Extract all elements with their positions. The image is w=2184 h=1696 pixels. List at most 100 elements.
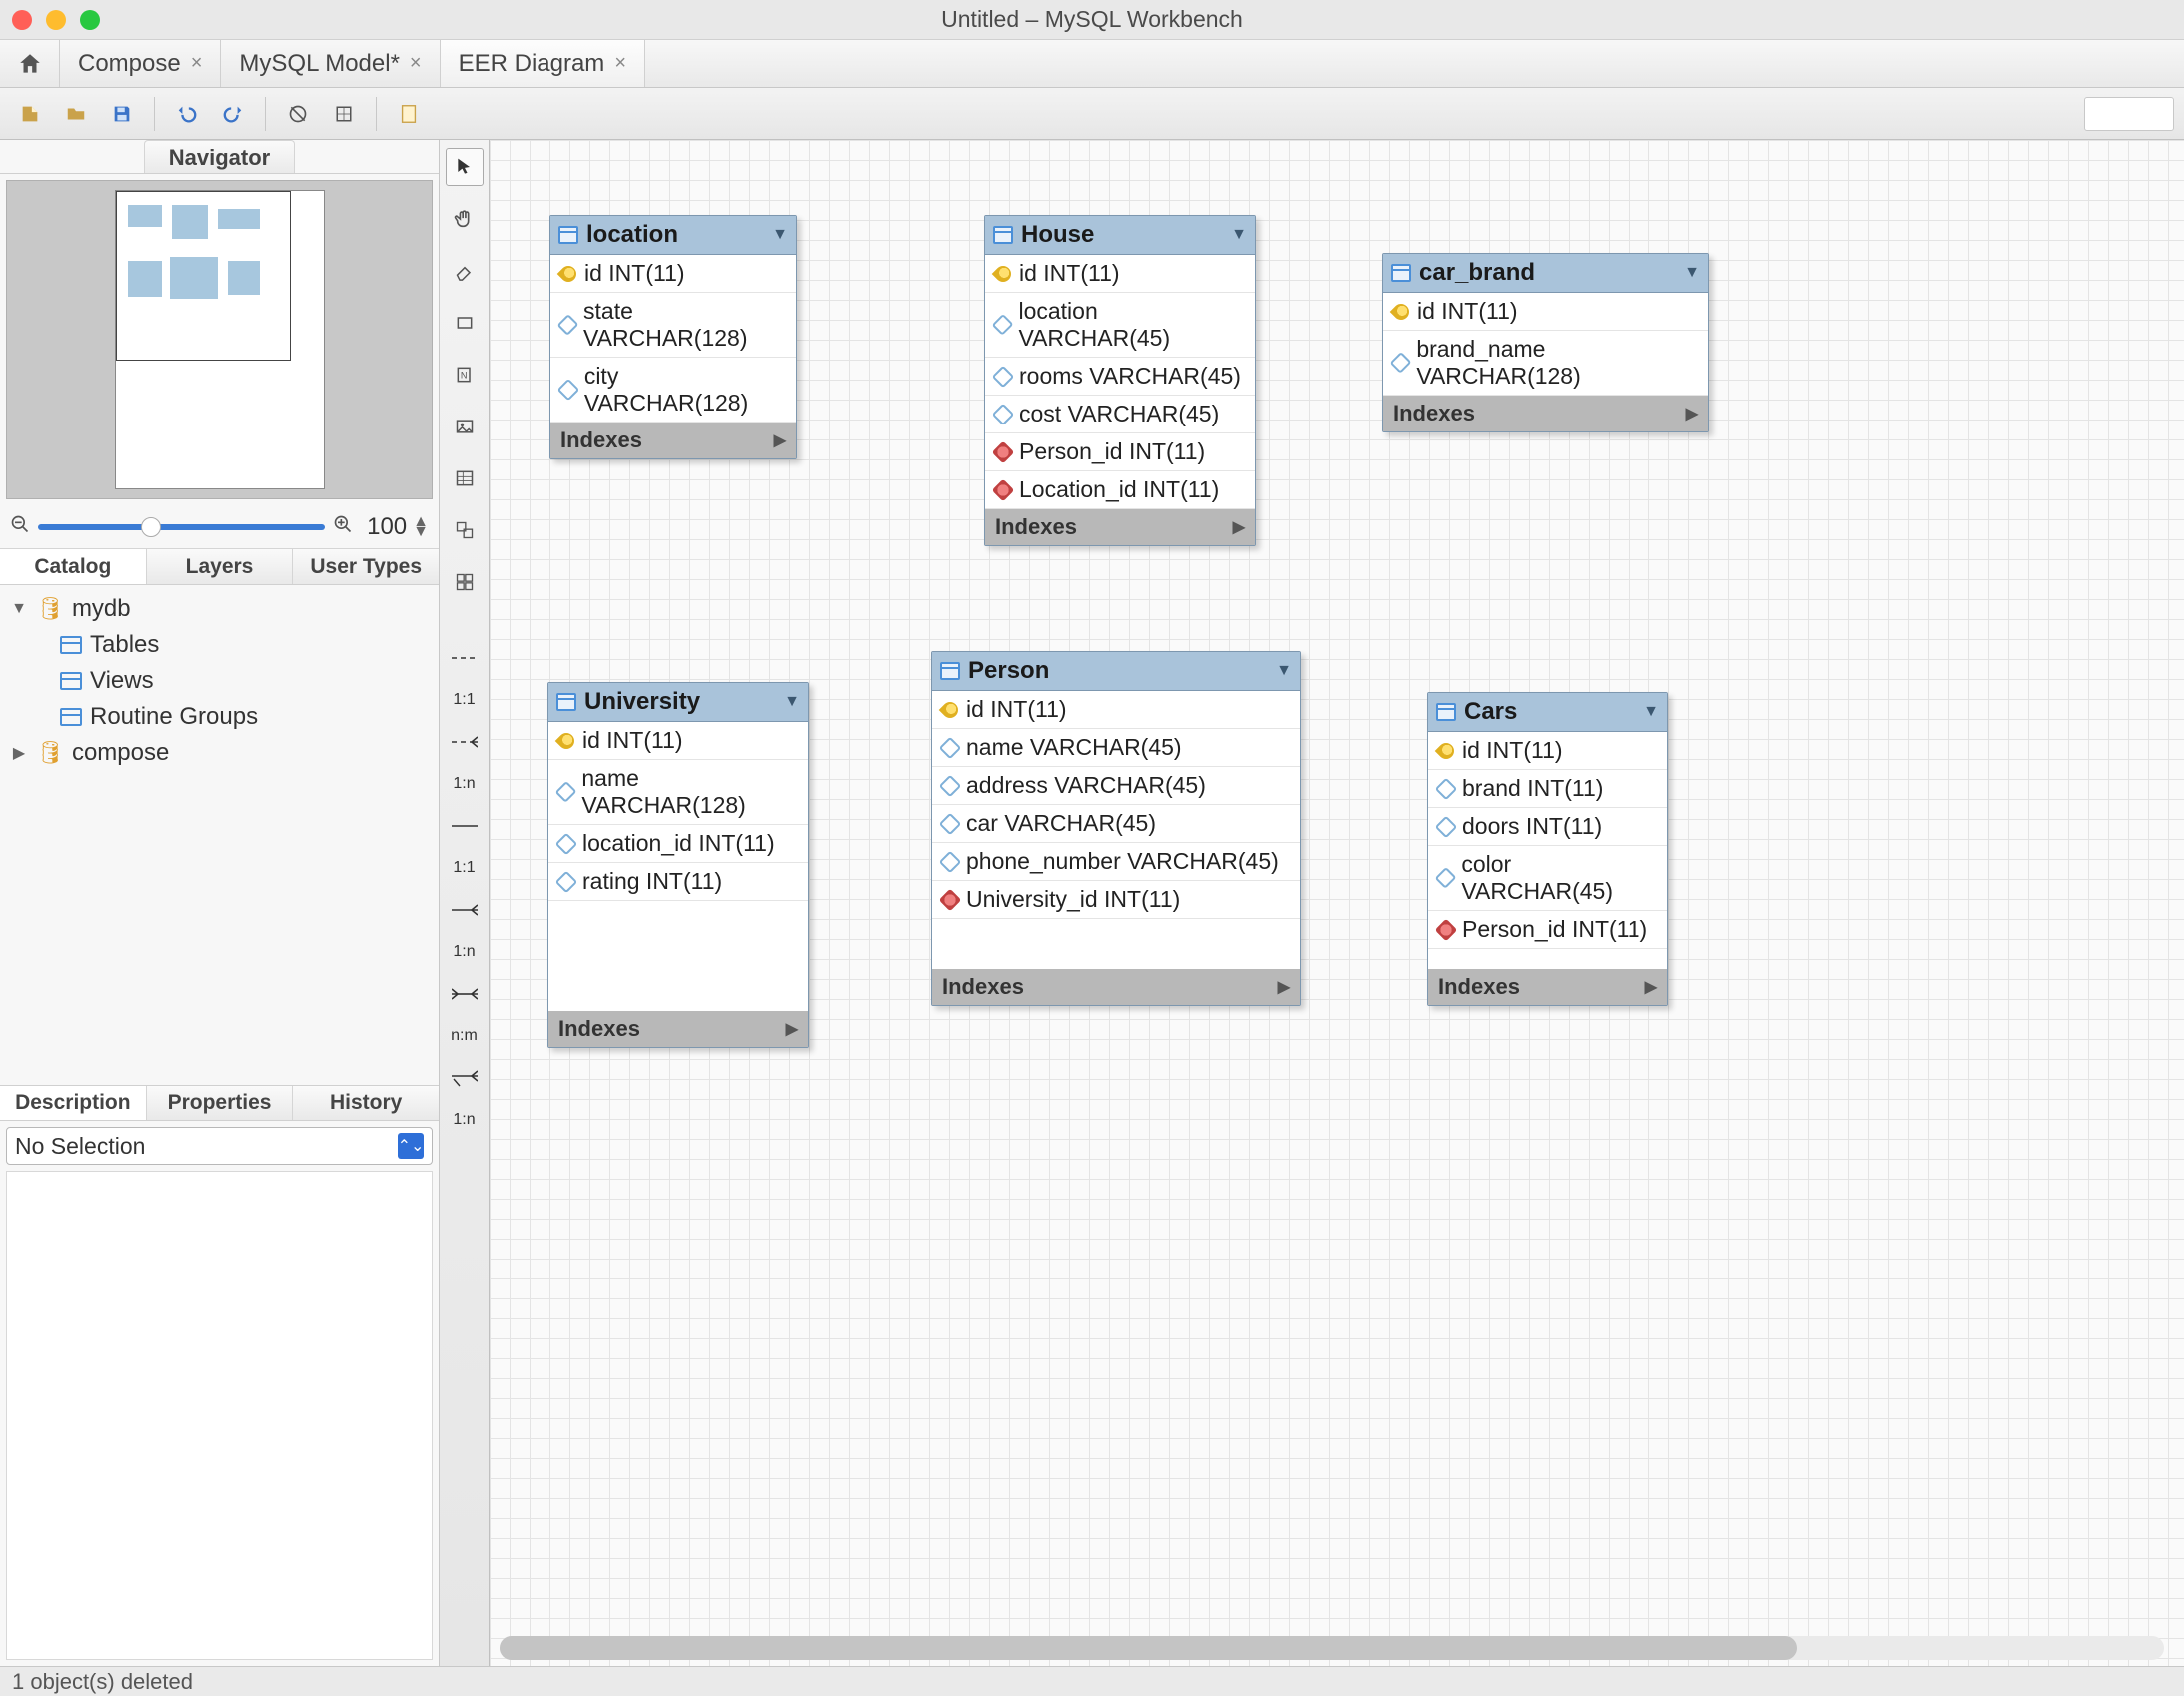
new-file-button[interactable] <box>10 94 50 134</box>
rel-1-1-nonid[interactable] <box>446 639 484 677</box>
close-window[interactable] <box>12 10 32 30</box>
rel-1-n-id[interactable] <box>446 891 484 929</box>
chevron-down-icon[interactable]: ▼ <box>1276 662 1292 680</box>
column[interactable]: location VARCHAR(45) <box>985 293 1255 358</box>
hand-tool[interactable] <box>446 200 484 238</box>
column[interactable]: rooms VARCHAR(45) <box>985 358 1255 396</box>
open-file-button[interactable] <box>56 94 96 134</box>
column[interactable]: id INT(11) <box>550 255 796 293</box>
pointer-tool[interactable] <box>446 148 484 186</box>
chevron-down-icon[interactable]: ▼ <box>1231 226 1247 244</box>
column[interactable]: id INT(11) <box>1383 293 1708 331</box>
chevron-right-icon: ▶ <box>774 430 786 450</box>
save-button[interactable] <box>102 94 142 134</box>
eraser-tool[interactable] <box>446 252 484 290</box>
column[interactable]: phone_number VARCHAR(45) <box>932 843 1300 881</box>
column-label: cost VARCHAR(45) <box>1019 401 1219 427</box>
routine-tool[interactable] <box>446 563 484 601</box>
subtab-catalog[interactable]: Catalog <box>0 549 147 584</box>
column[interactable]: id INT(11) <box>548 722 808 760</box>
note-tool[interactable]: N <box>446 356 484 394</box>
tab-compose[interactable]: Compose× <box>60 40 221 87</box>
column[interactable]: id INT(11) <box>985 255 1255 293</box>
column[interactable]: id INT(11) <box>932 691 1300 729</box>
column[interactable]: Person_id INT(11) <box>985 433 1255 471</box>
image-tool[interactable] <box>446 408 484 445</box>
tree-tables[interactable]: Tables <box>56 627 433 663</box>
schema-mydb[interactable]: ▼ 🛢 mydb <box>6 591 433 627</box>
table-car_brand[interactable]: car_brand▼id INT(11)brand_name VARCHAR(1… <box>1382 253 1709 432</box>
close-icon[interactable]: × <box>614 52 626 75</box>
column[interactable]: color VARCHAR(45) <box>1428 846 1667 911</box>
rel-1-n-nonid[interactable] <box>446 723 484 761</box>
chevron-down-icon[interactable]: ▼ <box>1643 703 1659 721</box>
column[interactable]: brand_name VARCHAR(128) <box>1383 331 1708 396</box>
column[interactable]: cost VARCHAR(45) <box>985 396 1255 433</box>
indexes-section[interactable]: Indexes▶ <box>985 509 1255 545</box>
zoom-window[interactable] <box>80 10 100 30</box>
column[interactable]: id INT(11) <box>1428 732 1667 770</box>
indexes-section[interactable]: Indexes▶ <box>1428 969 1667 1005</box>
column[interactable]: Location_id INT(11) <box>985 471 1255 509</box>
column[interactable]: state VARCHAR(128) <box>550 293 796 358</box>
zoom-value[interactable]: 100 ▲▼ <box>367 513 429 541</box>
column[interactable]: rating INT(11) <box>548 863 808 901</box>
close-icon[interactable]: × <box>410 52 422 75</box>
indexes-section[interactable]: Indexes▶ <box>550 423 796 458</box>
horizontal-scrollbar[interactable] <box>500 1636 2164 1660</box>
column[interactable]: doors INT(11) <box>1428 808 1667 846</box>
subtab-layers[interactable]: Layers <box>147 549 294 584</box>
table-university[interactable]: University▼id INT(11)name VARCHAR(128)lo… <box>547 682 809 1048</box>
chevron-down-icon[interactable]: ▼ <box>772 226 788 244</box>
toggle-grid-button[interactable] <box>278 94 318 134</box>
minimize-window[interactable] <box>46 10 66 30</box>
selection-dropdown[interactable]: No Selection ⌃⌄ <box>6 1127 433 1165</box>
subtab-usertypes[interactable]: User Types <box>293 549 439 584</box>
tree-views[interactable]: Views <box>56 663 433 699</box>
zoom-out-icon[interactable] <box>10 514 30 540</box>
align-grid-button[interactable] <box>324 94 364 134</box>
table-person[interactable]: Person▼id INT(11)name VARCHAR(45)address… <box>931 651 1301 1006</box>
tree-routines[interactable]: Routine Groups <box>56 699 433 735</box>
zoom-slider[interactable] <box>38 524 325 530</box>
undo-button[interactable] <box>167 94 207 134</box>
diagram-canvas[interactable]: location▼id INT(11)state VARCHAR(128)cit… <box>490 140 2184 1666</box>
home-tab[interactable] <box>0 40 60 87</box>
schema-compose[interactable]: ▶ 🛢 compose <box>6 735 433 771</box>
rel-1-1-id[interactable] <box>446 807 484 845</box>
column[interactable]: University_id INT(11) <box>932 881 1300 919</box>
navigator-tab[interactable]: Navigator <box>144 140 295 173</box>
table-house[interactable]: House▼id INT(11)location VARCHAR(45)room… <box>984 215 1256 546</box>
tab-description[interactable]: Description <box>0 1086 147 1120</box>
indexes-section[interactable]: Indexes▶ <box>548 1011 808 1047</box>
column[interactable]: car VARCHAR(45) <box>932 805 1300 843</box>
tab-properties[interactable]: Properties <box>147 1086 294 1120</box>
column[interactable]: brand INT(11) <box>1428 770 1667 808</box>
zoom-in-icon[interactable] <box>333 514 353 540</box>
chevron-down-icon[interactable]: ▼ <box>784 693 800 711</box>
rel-1-n-pick[interactable] <box>446 1059 484 1097</box>
rel-n-m[interactable] <box>446 975 484 1013</box>
table-cars[interactable]: Cars▼id INT(11)brand INT(11)doors INT(11… <box>1427 692 1668 1006</box>
indexes-section[interactable]: Indexes▶ <box>1383 396 1708 431</box>
table-tool[interactable] <box>446 459 484 497</box>
column[interactable]: name VARCHAR(45) <box>932 729 1300 767</box>
layer-tool[interactable] <box>446 304 484 342</box>
redo-button[interactable] <box>213 94 253 134</box>
chevron-down-icon[interactable]: ▼ <box>1684 264 1700 282</box>
column[interactable]: name VARCHAR(128) <box>548 760 808 825</box>
column[interactable]: Person_id INT(11) <box>1428 911 1667 949</box>
new-doc-button[interactable] <box>389 94 429 134</box>
view-tool[interactable] <box>446 511 484 549</box>
tab-history[interactable]: History <box>293 1086 439 1120</box>
tab-mysql-model-[interactable]: MySQL Model*× <box>221 40 440 87</box>
column[interactable]: city VARCHAR(128) <box>550 358 796 423</box>
minimap[interactable] <box>6 180 433 499</box>
column[interactable]: address VARCHAR(45) <box>932 767 1300 805</box>
toolbar-search[interactable] <box>2084 97 2174 131</box>
tab-eer-diagram[interactable]: EER Diagram× <box>441 40 645 87</box>
close-icon[interactable]: × <box>191 52 203 75</box>
column[interactable]: location_id INT(11) <box>548 825 808 863</box>
table-location[interactable]: location▼id INT(11)state VARCHAR(128)cit… <box>549 215 797 459</box>
indexes-section[interactable]: Indexes▶ <box>932 969 1300 1005</box>
